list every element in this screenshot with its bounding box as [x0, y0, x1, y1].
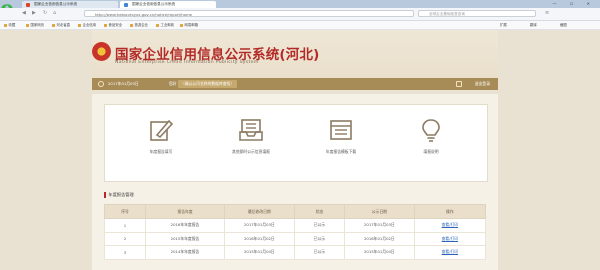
browser-window: 国家企业信用信息公示系统 国家企业信用信息公示系统 — ☐ ✕ e ◀ ▶ ↻ … — [0, 0, 600, 270]
column-header: 操作 — [413, 204, 487, 219]
cell-publish-date: 2016年01月02日 — [344, 231, 415, 246]
pen-icon — [150, 119, 174, 141]
bookmark-item[interactable]: 企业信用 — [78, 21, 97, 29]
favicon-icon — [26, 2, 30, 7]
browser-tab-1[interactable]: 国家企业信用信息公示系统 — [22, 1, 118, 8]
bookmark-item[interactable]: 旅游企业 — [130, 21, 149, 29]
action-template-download[interactable]: 年度报告模板下载 — [301, 117, 381, 155]
url-input[interactable]: http://www.hebscztxyxx.gov.cn/notice/rep… — [84, 10, 414, 17]
tab-label: 国家企业信用信息公示系统 — [132, 2, 176, 6]
document-list-icon — [330, 120, 352, 140]
column-header: 公示日期 — [344, 204, 415, 219]
forward-icon[interactable]: ▶ — [32, 10, 36, 16]
table-row: 1 2016年年度报告 2017年01月03日 已公示 2017年01月03日 … — [104, 218, 487, 233]
bookmark-item[interactable]: 工业邮政 — [156, 21, 175, 29]
cell-report-year: 2014年年度报告 — [144, 245, 226, 260]
main-panel: 年度报告填写 其他即时公示信息填报 年度报告模板下载 填报说明 年度报告管理 序… — [92, 94, 498, 270]
cell-status: 已公示 — [293, 231, 346, 246]
cell-publish-date: 2015年01月04日 — [344, 245, 415, 260]
action-instructions[interactable]: 填报说明 — [391, 117, 471, 155]
search-input[interactable]: 全球企业基础信息查询 — [418, 10, 536, 17]
section-title: 年度报告管理 — [104, 192, 134, 198]
national-emblem-icon — [92, 42, 111, 61]
cell-report-year: 2015年年度报告 — [144, 231, 226, 246]
site-header: 国家企业信用信息公示系统(河北) National Enterprise Cre… — [92, 30, 498, 78]
bookmark-item[interactable]: 收藏 — [4, 21, 16, 29]
window-controls[interactable]: — ☐ ✕ — [553, 1, 596, 6]
bookmark-item[interactable]: 网易邮箱 — [180, 21, 199, 29]
section-marker — [104, 192, 106, 198]
bookmark-item[interactable]: 食品安全 — [104, 21, 123, 29]
view-print-link[interactable]: 查看/打印 — [413, 245, 487, 260]
greeting-label: 您好 — [169, 81, 177, 86]
cell-publish-date: 2017年01月03日 — [344, 218, 415, 233]
bookmark-item[interactable]: 河北省直 — [52, 21, 71, 29]
current-date: 2017年01月03日 — [108, 81, 139, 86]
cell-index: 3 — [104, 245, 146, 260]
lightbulb-icon — [422, 119, 440, 142]
action-grid: 年度报告填写 其他即时公示信息填报 年度报告模板下载 填报说明 — [104, 104, 488, 182]
cell-report-year: 2016年年度报告 — [144, 218, 226, 233]
cell-status: 已公示 — [293, 218, 346, 233]
action-label: 年度报告模板下载 — [325, 149, 357, 154]
annual-report-table: 序号 报告年度 最后修改日期 状态 公示日期 操作 1 2016年年度报告 20… — [104, 204, 487, 260]
address-bar: ◀ ▶ ↻ ⌂ http://www.hebscztxyxx.gov.cn/no… — [0, 8, 600, 21]
cell-index: 2 — [104, 231, 146, 246]
toolbar-translate[interactable]: 翻译 — [530, 21, 537, 29]
tab-label: 国家企业信用信息公示系统 — [34, 2, 78, 6]
company-name: （确认公司名称的数据库查找） — [178, 80, 238, 88]
cell-modified-date: 2017年01月03日 — [224, 218, 295, 233]
toolbar-screenshot[interactable]: 截图 — [560, 21, 567, 29]
cell-modified-date: 2016年01月02日 — [224, 231, 295, 246]
view-print-link[interactable]: 查看/打印 — [413, 218, 487, 233]
cell-modified-date: 2015年01月04日 — [224, 245, 295, 260]
bookmark-item[interactable]: 国家网页 — [26, 21, 45, 29]
favicon-icon — [124, 2, 128, 7]
cell-index: 1 — [104, 218, 146, 233]
action-label: 填报说明 — [423, 149, 439, 154]
column-header: 报告年度 — [144, 204, 226, 219]
tab-bar: 国家企业信用信息公示系统 国家企业信用信息公示系统 — ☐ ✕ — [0, 0, 600, 8]
back-icon[interactable]: ◀ — [22, 10, 26, 16]
column-header: 最后修改日期 — [224, 204, 295, 219]
action-annual-report-fill[interactable]: 年度报告填写 — [121, 117, 201, 155]
toolbar-extension[interactable]: 扩展 — [500, 21, 507, 29]
home-icon[interactable]: ⌂ — [53, 10, 56, 16]
table-row: 2 2015年年度报告 2016年01月02日 已公示 2016年01月02日 … — [104, 231, 487, 246]
logout-link[interactable]: 退出登录 — [475, 78, 490, 90]
info-bar: 2017年01月03日 您好 （确认公司名称的数据库查找） 退出登录 — [92, 78, 498, 90]
refresh-icon[interactable]: ↻ — [43, 10, 47, 16]
column-header: 序号 — [104, 204, 146, 219]
web-page: 国家企业信用信息公示系统(河北) National Enterprise Cre… — [0, 30, 600, 270]
table-row: 3 2014年年度报告 2015年01月04日 已公示 2015年01月04日 … — [104, 245, 487, 260]
inbox-tray-icon — [239, 119, 263, 141]
view-print-link[interactable]: 查看/打印 — [413, 231, 487, 246]
table-header-row: 序号 报告年度 最后修改日期 状态 公示日期 操作 — [104, 204, 487, 219]
action-label: 年度报告填写 — [149, 149, 173, 154]
action-label: 其他即时公示信息填报 — [232, 149, 270, 154]
cell-status: 已公示 — [293, 245, 346, 260]
site-subtitle: National Enterprise Credit Information P… — [115, 60, 259, 65]
clock-icon — [98, 81, 104, 87]
section-title-text: 年度报告管理 — [108, 192, 134, 197]
action-instant-disclosure[interactable]: 其他即时公示信息填报 — [211, 117, 291, 155]
browser-tab-2[interactable]: 国家企业信用信息公示系统 — [120, 1, 216, 8]
column-header: 状态 — [293, 204, 346, 219]
menu-icon[interactable]: ≡ — [545, 10, 549, 16]
bookmarks-bar: 收藏 国家网页 河北省直 企业信用 食品安全 旅游企业 工业邮政 网易邮箱 扩展… — [0, 21, 600, 30]
logout-icon[interactable] — [456, 81, 462, 87]
